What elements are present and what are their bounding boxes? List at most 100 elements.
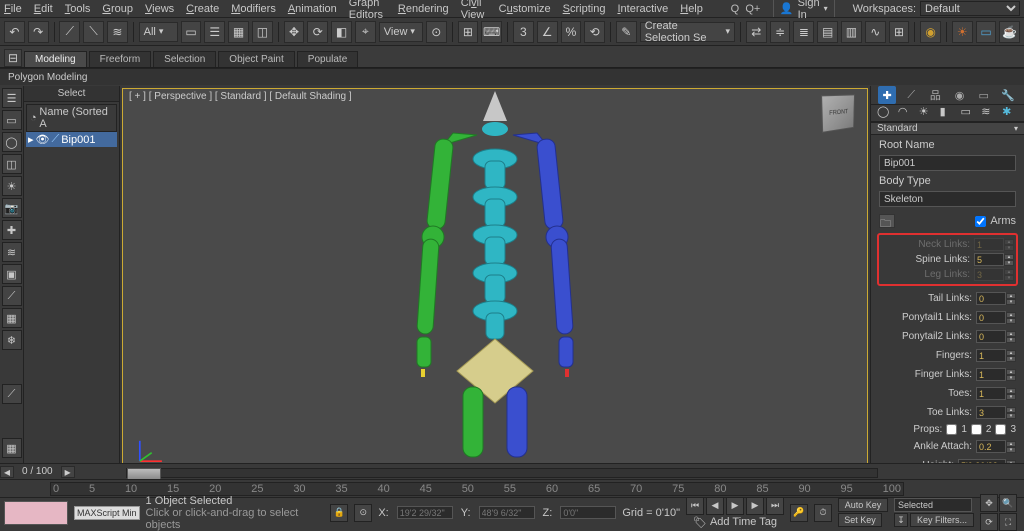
- scene-sort-header[interactable]: ◔Name (Sorted A: [26, 104, 117, 132]
- time-slider-thumb[interactable]: [127, 468, 161, 480]
- prop2-checkbox[interactable]: [971, 424, 982, 435]
- angle-snap-button[interactable]: ∠: [537, 21, 558, 43]
- camera-icon[interactable]: ▮: [940, 105, 956, 121]
- fingerlinks-input[interactable]: [976, 368, 1006, 381]
- selection-filter[interactable]: All: [139, 22, 178, 42]
- toggle-explorer-button[interactable]: ▤: [817, 21, 838, 43]
- menu-group[interactable]: Group: [102, 3, 133, 15]
- render-frame-button[interactable]: ▭: [976, 21, 997, 43]
- tail-input[interactable]: [976, 292, 1006, 305]
- prop1-checkbox[interactable]: [946, 424, 957, 435]
- editset-button[interactable]: ✎: [616, 21, 637, 43]
- se-frozen-icon[interactable]: ❄: [2, 330, 22, 350]
- create-tab-icon[interactable]: ✚: [878, 86, 896, 104]
- sign-in[interactable]: 👤 Sign In ▾: [773, 0, 835, 17]
- tab-populate[interactable]: Populate: [297, 51, 358, 67]
- autokey-button[interactable]: Auto Key: [838, 498, 888, 512]
- nav-zoom-icon[interactable]: 🔍: [999, 494, 1017, 512]
- systems-icon[interactable]: ✱: [1002, 105, 1018, 121]
- maxscript-mini[interactable]: MAXScript Min: [74, 506, 140, 520]
- se-container-icon[interactable]: ▦: [2, 308, 22, 328]
- nav-orbit-icon[interactable]: ⟳: [980, 513, 998, 531]
- mirror-button[interactable]: ⇄: [746, 21, 767, 43]
- utilities-tab-icon[interactable]: 🔧: [999, 86, 1017, 104]
- bodytype-select[interactable]: Skeleton: [879, 191, 1016, 207]
- shape-icon[interactable]: ◠: [898, 105, 914, 121]
- menu-file[interactable]: File: [4, 3, 22, 15]
- leg-input[interactable]: [974, 268, 1004, 281]
- se-helper-icon[interactable]: ✚: [2, 220, 22, 240]
- material-editor-button[interactable]: ◉: [920, 21, 941, 43]
- select-manip-button[interactable]: ⊞: [458, 21, 479, 43]
- tab-objectpaint[interactable]: Object Paint: [218, 51, 294, 67]
- prev-frame-icon[interactable]: ◀: [706, 497, 724, 515]
- schematic-button[interactable]: ⊞: [889, 21, 910, 43]
- menu-interactive[interactable]: Interactive: [617, 3, 668, 15]
- rootname-input[interactable]: [879, 155, 1016, 171]
- key-mode-icon[interactable]: 🔑: [790, 504, 808, 522]
- lock-selection-icon[interactable]: 🔒: [330, 504, 348, 522]
- spacewarp-icon[interactable]: ≋: [981, 105, 997, 121]
- menu-views[interactable]: Views: [145, 3, 174, 15]
- use-center-button[interactable]: ⊙: [426, 21, 447, 43]
- viewport-label[interactable]: [ + ] [ Perspective ] [ Standard ] [ Def…: [129, 91, 352, 102]
- select-object-button[interactable]: ▭: [181, 21, 202, 43]
- ribbon-min-icon[interactable]: ⊟: [4, 49, 22, 67]
- se-group-icon[interactable]: ▣: [2, 264, 22, 284]
- prop3-checkbox[interactable]: [995, 424, 1006, 435]
- scene-node-bip001[interactable]: ▸👁⟋Bip001: [26, 132, 117, 147]
- ankle-input[interactable]: [976, 440, 1006, 453]
- placement-button[interactable]: ⌖: [355, 21, 376, 43]
- menu-customize[interactable]: Customize: [499, 3, 551, 15]
- se-geom-icon[interactable]: ◯: [2, 132, 22, 152]
- setkey-button[interactable]: Set Key: [838, 513, 882, 527]
- redo-button[interactable]: ↷: [28, 21, 49, 43]
- play-icon[interactable]: ▶: [726, 497, 744, 515]
- se-select-icon[interactable]: ▭: [2, 110, 22, 130]
- curve-editor-button[interactable]: ∿: [865, 21, 886, 43]
- next-frame-icon[interactable]: ▶: [746, 497, 764, 515]
- modify-tab-icon[interactable]: ⟋: [902, 86, 920, 104]
- menu-tools[interactable]: Tools: [65, 3, 91, 15]
- pony1-input[interactable]: [976, 311, 1006, 324]
- nav-max-icon[interactable]: ⛶: [999, 513, 1017, 531]
- percent-snap-button[interactable]: %: [561, 21, 582, 43]
- se-space-icon[interactable]: ≋: [2, 242, 22, 262]
- folder-icon[interactable]: 🗀: [879, 214, 895, 228]
- ribbon-button[interactable]: ▥: [841, 21, 862, 43]
- viewcube[interactable]: FRONT: [821, 94, 855, 132]
- spine-input[interactable]: [974, 253, 1004, 266]
- geom-icon[interactable]: ◯: [877, 105, 893, 121]
- window-crossing-button[interactable]: ◫: [252, 21, 273, 43]
- goto-start-icon[interactable]: ⏮: [686, 497, 704, 515]
- se-hidden-icon[interactable]: ⟋: [2, 384, 22, 404]
- scale-button[interactable]: ◧: [331, 21, 352, 43]
- undo-button[interactable]: ↶: [4, 21, 25, 43]
- q-plus-icon[interactable]: Q+: [745, 1, 761, 17]
- menu-edit[interactable]: Edit: [34, 3, 53, 15]
- layers-button[interactable]: ≣: [793, 21, 814, 43]
- neck-input[interactable]: [974, 238, 1004, 251]
- se-light-icon[interactable]: ☀: [2, 176, 22, 196]
- viewport-perspective[interactable]: [ + ] [ Perspective ] [ Standard ] [ Def…: [122, 88, 868, 477]
- menu-scripting[interactable]: Scripting: [563, 3, 606, 15]
- menu-civilview[interactable]: Civil View: [461, 0, 487, 21]
- key-filters-button[interactable]: Key Filters...: [910, 513, 974, 527]
- menu-create[interactable]: Create: [186, 3, 219, 15]
- q-script-icon[interactable]: Q: [727, 1, 743, 17]
- workspace-selector[interactable]: Workspaces: Default: [847, 1, 1020, 16]
- motion-tab-icon[interactable]: ◉: [951, 86, 969, 104]
- toelinks-input[interactable]: [976, 406, 1006, 419]
- se-camera-icon[interactable]: 📷: [2, 198, 22, 218]
- fingers-input[interactable]: [976, 349, 1006, 362]
- render-button[interactable]: ☕: [999, 21, 1020, 43]
- se-bone-icon[interactable]: ⟋: [2, 286, 22, 306]
- timeslider-prev-icon[interactable]: ◂: [0, 466, 14, 478]
- menu-help[interactable]: Help: [680, 3, 703, 15]
- unlink-button[interactable]: ⟍: [83, 21, 104, 43]
- tab-modeling[interactable]: Modeling: [24, 51, 87, 67]
- nav-pan-icon[interactable]: ✥: [980, 494, 998, 512]
- coord-z[interactable]: [560, 506, 616, 519]
- move-button[interactable]: ✥: [284, 21, 305, 43]
- bind-space-button[interactable]: ≋: [107, 21, 128, 43]
